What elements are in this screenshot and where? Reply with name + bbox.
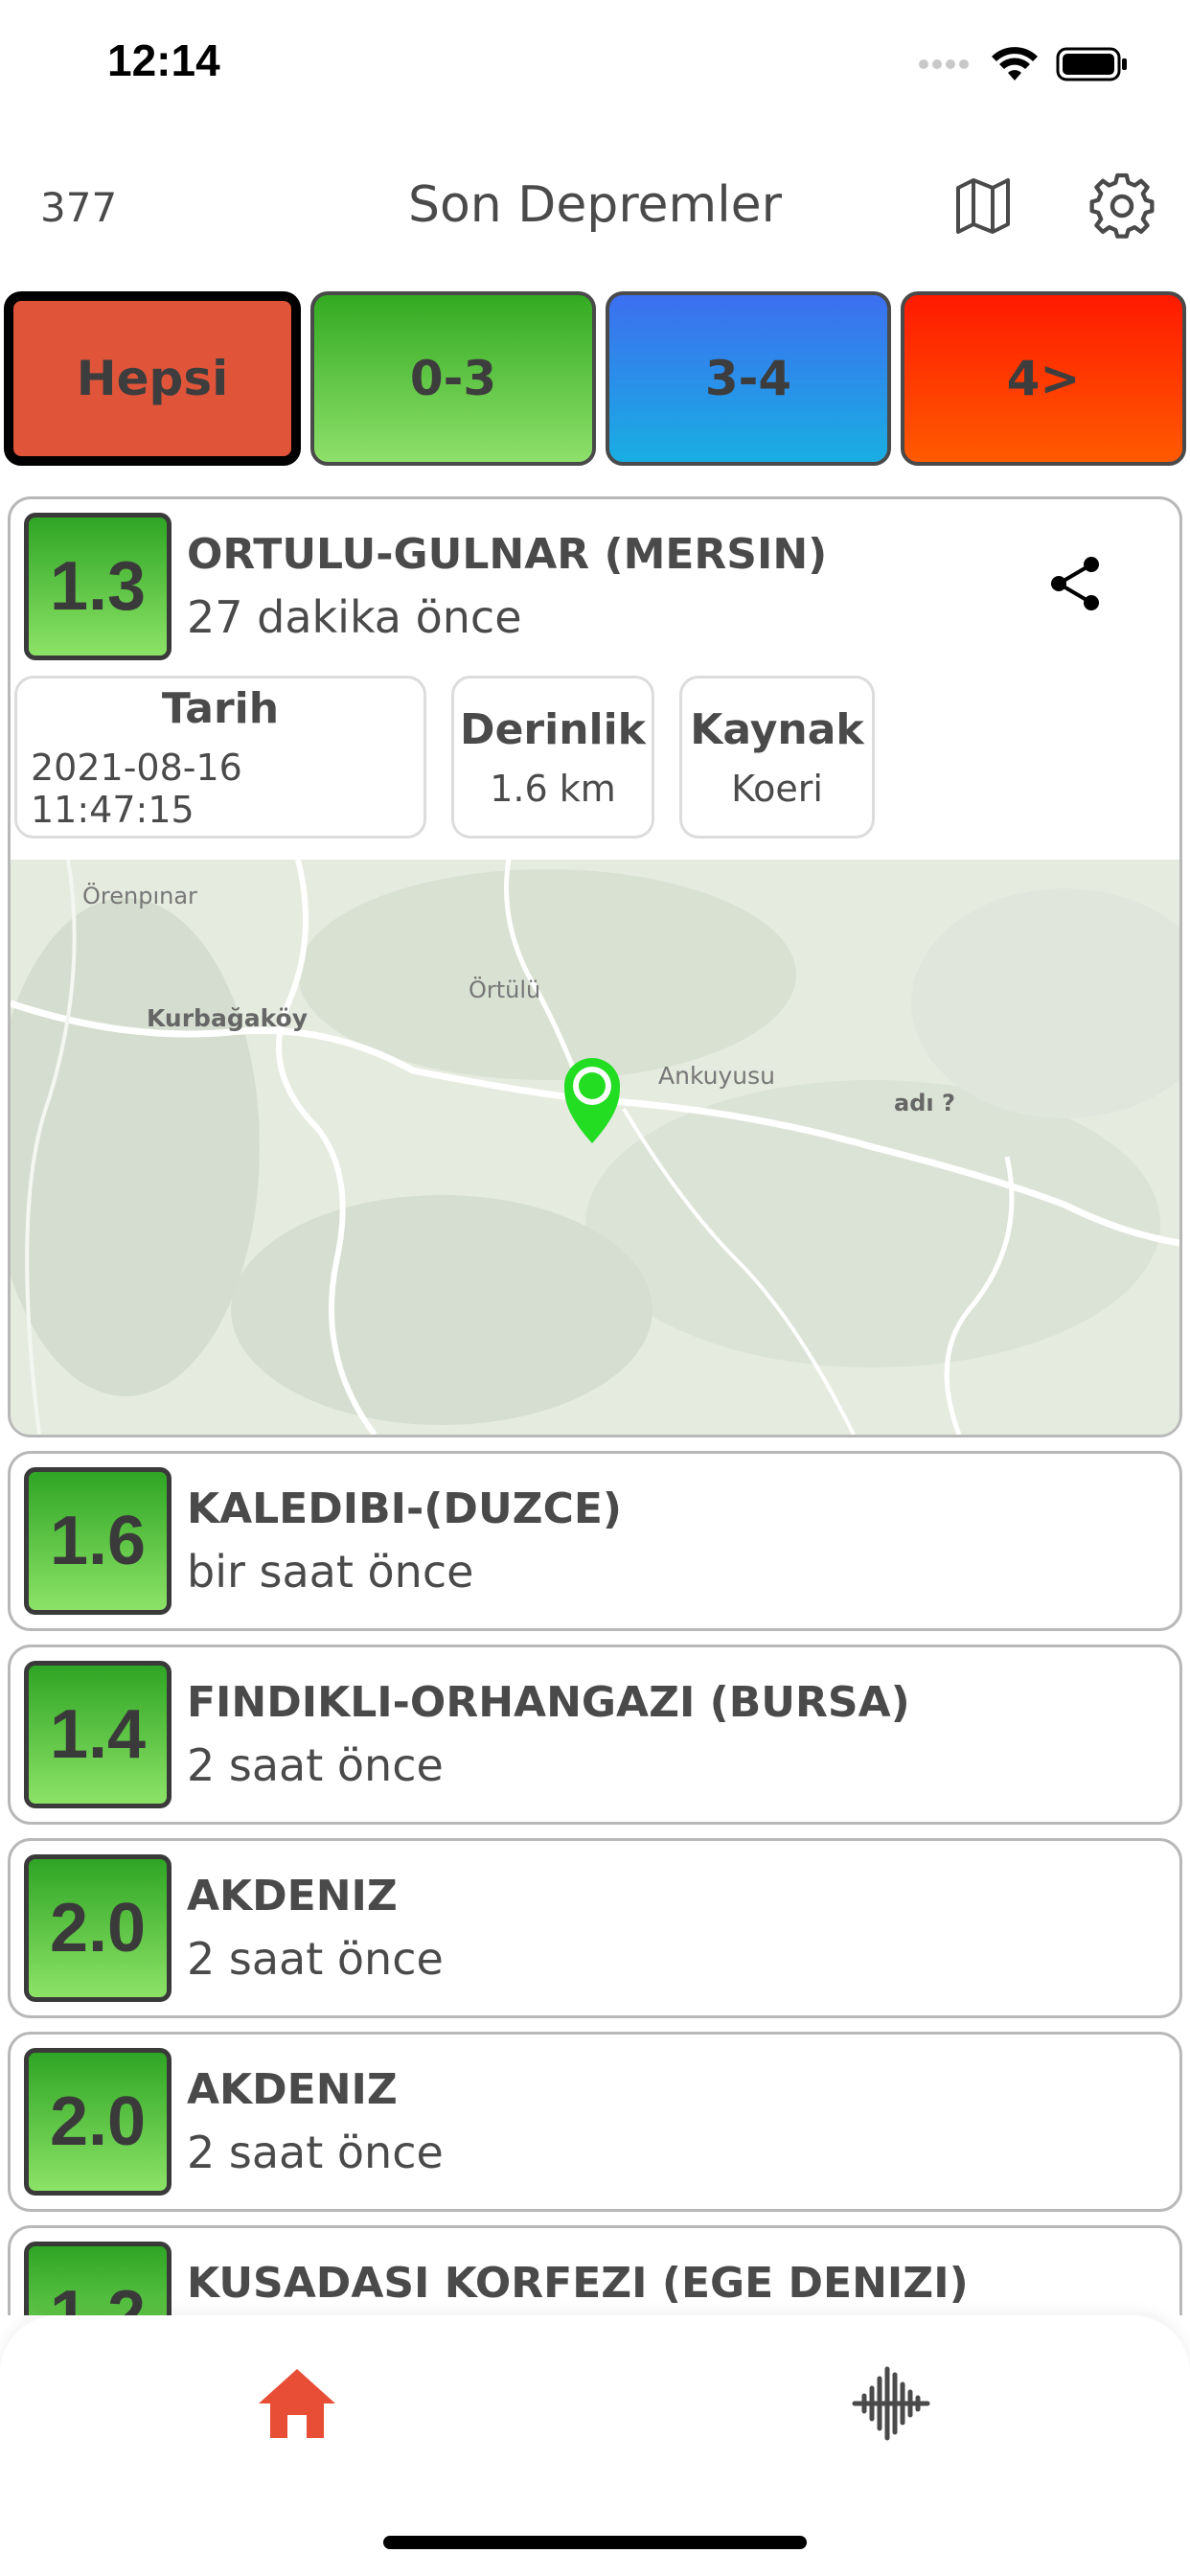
magnitude-badge: 1.4: [24, 1661, 172, 1808]
quake-card[interactable]: 1.2 KUSADASI KORFEZI (EGE DENIZI): [8, 2225, 1182, 2315]
map-label: Ankuyusu: [658, 1062, 775, 1090]
quake-location: FINDIKLI-ORHANGAZI (BURSA): [187, 1678, 910, 1727]
map-label: Örenpınar: [82, 882, 197, 909]
quake-card-expanded[interactable]: 1.3 ORTULU-GULNAR (MERSIN) 27 dakika önc…: [8, 496, 1182, 1438]
quake-map[interactable]: Örenpınar Örtülü Kurbağaköy Ankuyusu adı…: [11, 860, 1179, 1435]
magnitude-badge: 1.6: [24, 1467, 172, 1615]
map-label: Kurbağaköy: [147, 1004, 308, 1032]
magnitude-badge: 1.3: [24, 513, 172, 660]
quake-location: AKDENIZ: [187, 1872, 398, 1920]
list-viewport: 1.3 ORTULU-GULNAR (MERSIN) 27 dakika önc…: [0, 0, 1190, 2315]
quake-list: 1.3 ORTULU-GULNAR (MERSIN) 27 dakika önc…: [8, 496, 1182, 2315]
quake-location: AKDENIZ: [187, 2065, 398, 2114]
quake-location: KALEDIBI-(DUZCE): [187, 1484, 623, 1533]
info-label: Kaynak: [690, 704, 864, 754]
quake-location: ORTULU-GULNAR (MERSIN): [187, 530, 828, 579]
info-date: Tarih 2021-08-16 11:47:15: [14, 676, 426, 839]
home-icon[interactable]: [257, 2367, 337, 2440]
share-icon[interactable]: [1045, 553, 1107, 614]
quake-card[interactable]: 2.0 AKDENIZ 2 saat önce: [8, 2032, 1182, 2212]
info-value: Koeri: [731, 767, 823, 810]
quake-time-ago: 2 saat önce: [187, 1739, 444, 1791]
magnitude-badge: 1.2: [24, 2242, 172, 2315]
info-source: Kaynak Koeri: [679, 676, 875, 839]
map-label: adı ?: [894, 1090, 955, 1116]
info-value: 2021-08-16 11:47:15: [31, 746, 242, 831]
info-label: Derinlik: [460, 704, 646, 754]
quake-time-ago: 27 dakika önce: [187, 591, 522, 643]
quake-time-ago: 2 saat önce: [187, 1933, 444, 1985]
info-value: 1.6 km: [490, 767, 616, 810]
quake-time-ago: bir saat önce: [187, 1546, 474, 1598]
quake-card[interactable]: 2.0 AKDENIZ 2 saat önce: [8, 1838, 1182, 2018]
magnitude-badge: 2.0: [24, 1854, 172, 2002]
info-label: Tarih: [161, 683, 280, 733]
quake-card[interactable]: 1.4 FINDIKLI-ORHANGAZI (BURSA) 2 saat ön…: [8, 1644, 1182, 1825]
home-indicator: [383, 2536, 807, 2549]
quake-location: KUSADASI KORFEZI (EGE DENIZI): [187, 2259, 969, 2308]
quake-card[interactable]: 1.6 KALEDIBI-(DUZCE) bir saat önce: [8, 1451, 1182, 1631]
soundwave-icon[interactable]: [851, 2365, 931, 2442]
magnitude-badge: 2.0: [24, 2048, 172, 2196]
map-label: Örtülü: [469, 976, 540, 1003]
quake-info-row: Tarih 2021-08-16 11:47:15 Derinlik 1.6 k…: [14, 676, 875, 839]
map-canvas[interactable]: Örenpınar Örtülü Kurbağaköy Ankuyusu adı…: [11, 860, 1179, 1435]
quake-time-ago: 2 saat önce: [187, 2127, 444, 2178]
info-depth: Derinlik 1.6 km: [451, 676, 654, 839]
